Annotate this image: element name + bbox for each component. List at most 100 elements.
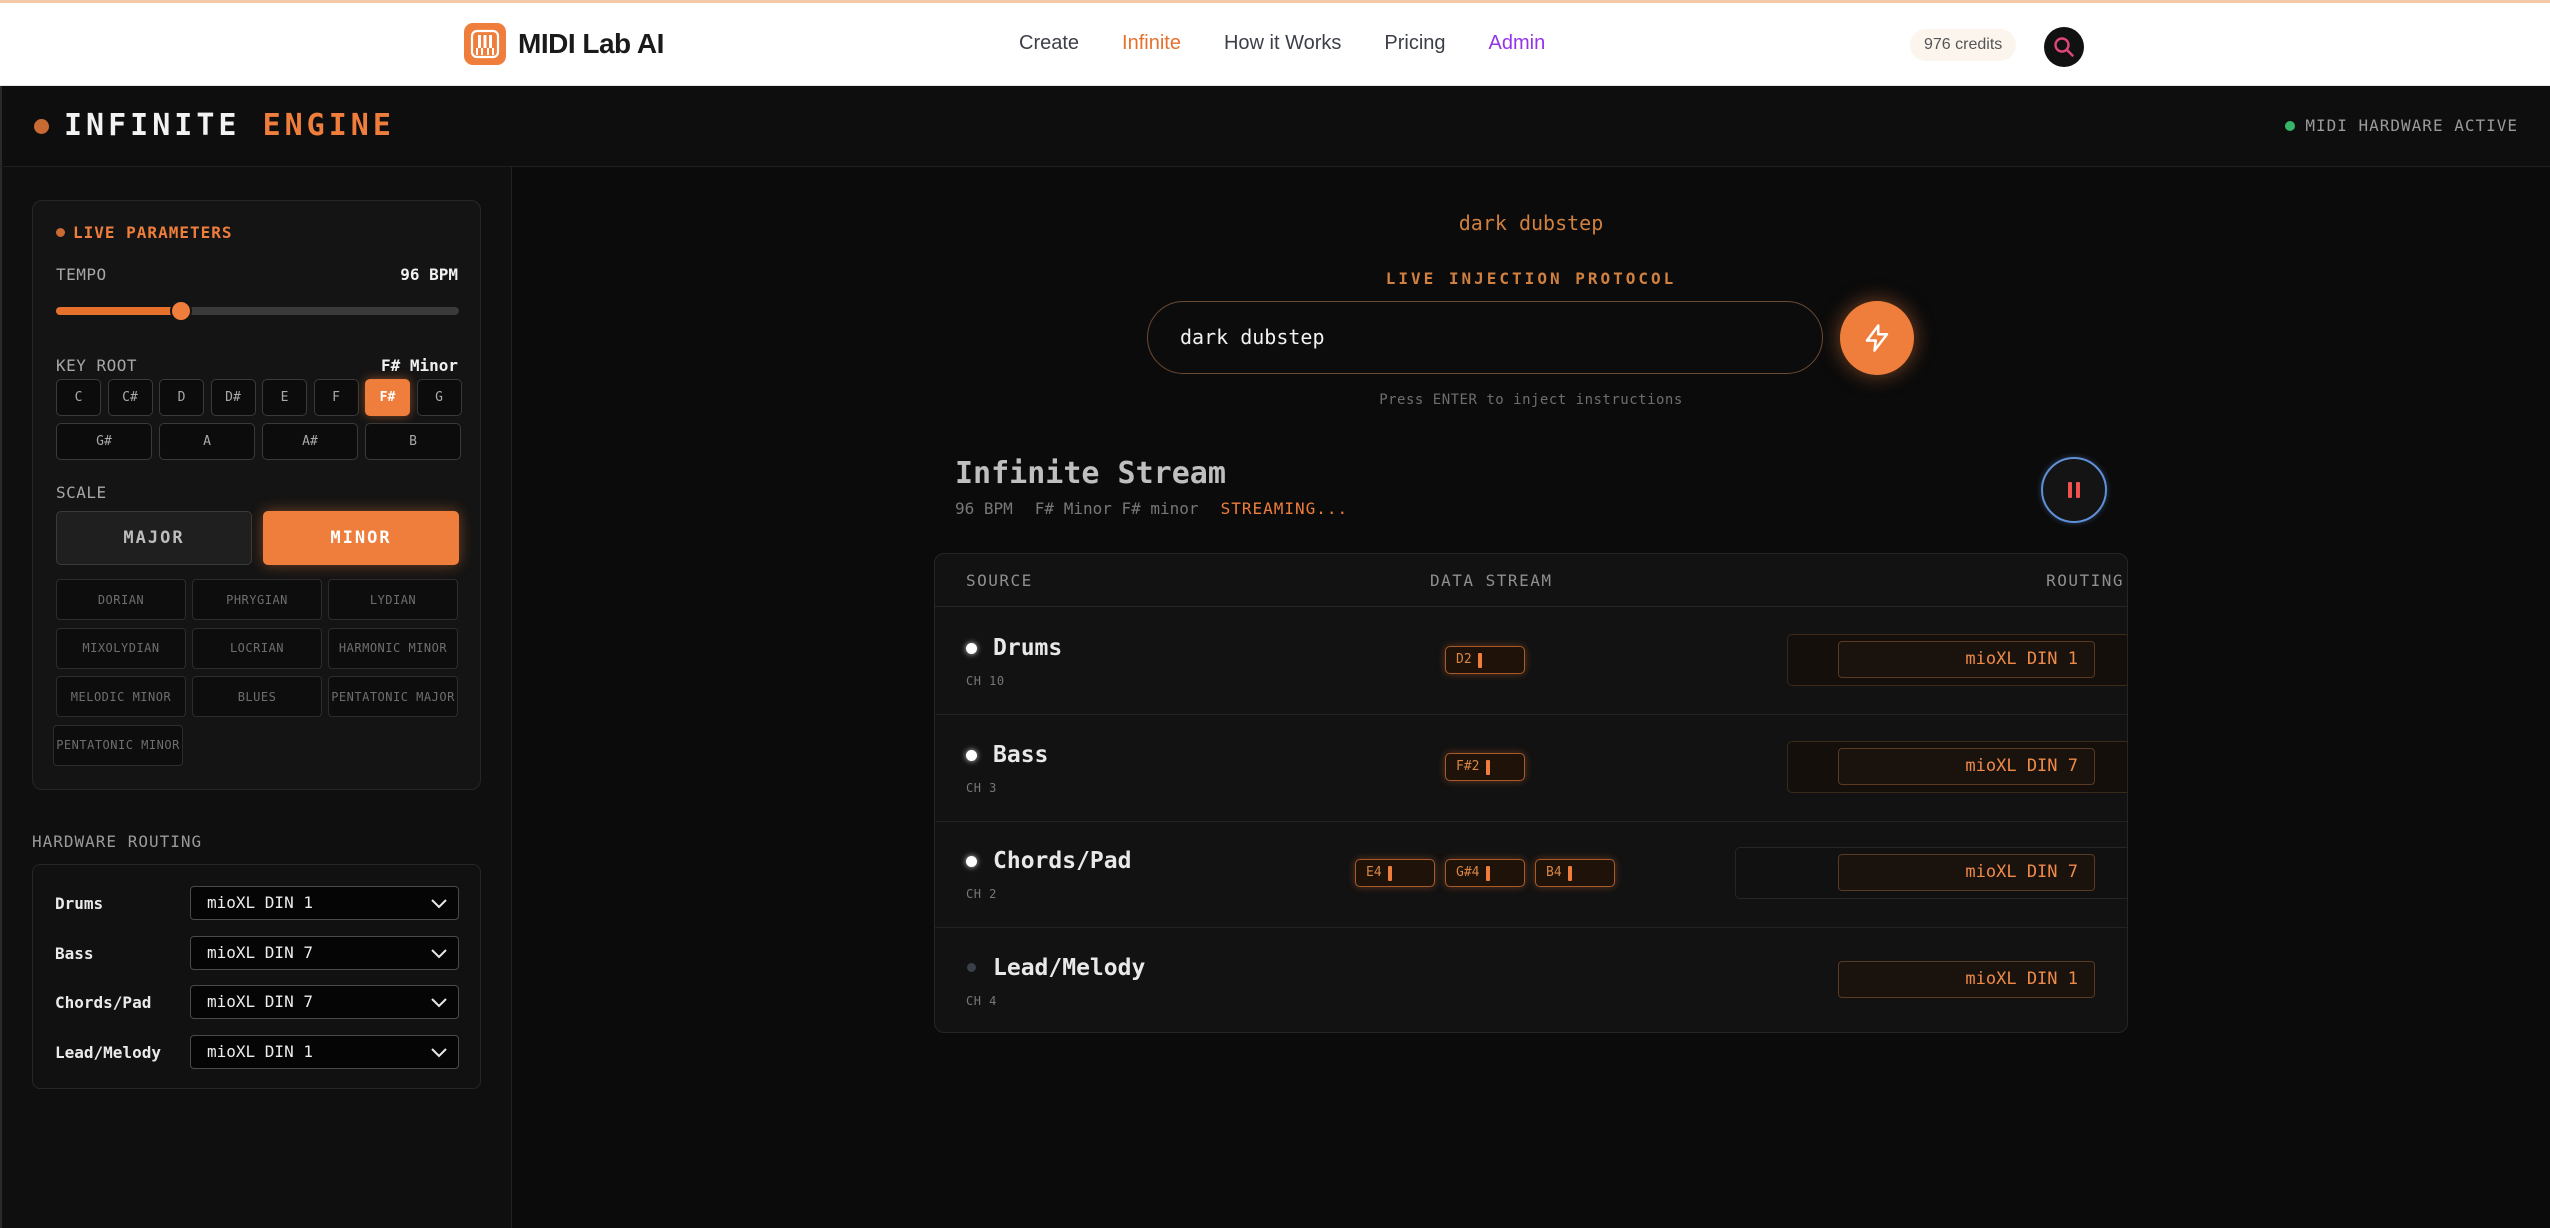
key-button[interactable]: D	[159, 379, 204, 416]
pause-button[interactable]	[2041, 457, 2107, 523]
note-label: D2	[1456, 652, 1472, 667]
routing-destination[interactable]: mioXL DIN 1	[1838, 641, 2095, 678]
routing-destination[interactable]: mioXL DIN 1	[1838, 960, 2095, 998]
tempo-label: TEMPO	[56, 265, 107, 284]
engine-title-accent: ENGINE	[262, 108, 395, 143]
injection-input[interactable]: dark dubstep	[1147, 301, 1823, 374]
routing-port-select[interactable]: mioXL DIN 1	[190, 886, 459, 920]
routing-port-value: mioXL DIN 1	[207, 893, 313, 912]
key-button[interactable]: C	[56, 379, 101, 416]
live-parameters-title: LIVE PARAMETERS	[73, 223, 233, 242]
routing-row: Chords/Pad mioXL DIN 7	[33, 985, 482, 1019]
scale-mode-button[interactable]: PENTATONIC MINOR	[53, 724, 183, 766]
key-root-label: KEY ROOT	[56, 356, 138, 375]
scale-mode-button[interactable]: HARMONIC MINOR	[328, 627, 458, 669]
stream-title: Infinite Stream	[955, 456, 1226, 491]
source-channel: CH 4	[966, 993, 997, 1008]
routing-source-name: Chords/Pad	[55, 993, 152, 1012]
nav-link-pricing[interactable]: Pricing	[1384, 32, 1445, 55]
note-chip: F#2	[1445, 752, 1525, 781]
routing-row: Bass mioXL DIN 7	[33, 935, 482, 970]
stream-status: STREAMING...	[1220, 499, 1349, 518]
nav-links: Create Infinite How it Works Pricing Adm…	[1019, 32, 1588, 55]
scale-mode-button[interactable]: PHRYGIAN	[192, 579, 322, 620]
routing-port-select[interactable]: mioXL DIN 1	[190, 1034, 459, 1069]
note-velocity-bar	[1568, 866, 1572, 881]
scale-mode-button[interactable]: PENTATONIC MAJOR	[328, 676, 458, 717]
routing-port-value: mioXL DIN 7	[207, 942, 313, 962]
tempo-slider-handle[interactable]	[169, 300, 192, 322]
note-chip: B4	[1535, 859, 1615, 887]
note-label: E4	[1366, 865, 1382, 880]
column-source: SOURCE	[966, 571, 1033, 590]
pause-icon-bar-left	[2068, 482, 2072, 498]
scale-mode-button[interactable]: LYDIAN	[328, 579, 458, 620]
scale-mode-button[interactable]: MELODIC MINOR	[56, 676, 186, 717]
inject-button[interactable]	[1840, 301, 1914, 375]
nav-link-infinite[interactable]: Infinite	[1122, 32, 1181, 55]
activity-led	[966, 749, 977, 761]
scale-mode-button[interactable]: DORIAN	[56, 579, 186, 620]
scale-mode-button[interactable]: MIXOLYDIAN	[56, 627, 186, 669]
routing-port-select[interactable]: mioXL DIN 7	[190, 935, 459, 970]
key-button[interactable]: A	[159, 423, 255, 460]
routing-port-value: mioXL DIN 1	[207, 1041, 313, 1061]
key-button[interactable]: G#	[56, 423, 152, 460]
scale-major-button[interactable]: MAJOR	[56, 511, 252, 565]
routing-row: Lead/Melody mioXL DIN 1	[33, 1034, 482, 1069]
routing-destination[interactable]: mioXL DIN 7	[1838, 747, 2095, 785]
key-button[interactable]: A#	[262, 423, 358, 460]
stream-row: Chords/Pad CH 2 E4 G#4 B4 mioXL DIN 7	[935, 821, 2127, 928]
sidebar: LIVE PARAMETERS TEMPO 96 BPM KEY ROOT F#…	[0, 167, 512, 1228]
lightning-icon	[1865, 324, 1889, 352]
engine-title: INFINITE ENGINE	[64, 108, 395, 143]
stream-row: Drums CH 10 D2 mioXL DIN 1	[935, 608, 2127, 715]
key-button[interactable]: B	[365, 423, 461, 460]
current-prompt: dark dubstep	[1458, 211, 1604, 235]
note-chip: G#4	[1445, 859, 1525, 887]
hardware-routing-panel: Drums mioXL DIN 1 Bass mioXL DIN 7 Chords/Pa…	[32, 864, 481, 1089]
hardware-routing-heading: HARDWARE ROUTING	[32, 832, 203, 851]
source-channel: CH 3	[966, 780, 997, 795]
brand[interactable]: MIDI Lab AI	[464, 23, 664, 65]
chevron-down-icon	[431, 948, 447, 958]
note-velocity-bar	[1478, 653, 1482, 668]
source-channel: CH 2	[966, 887, 997, 901]
search-icon	[2054, 37, 2074, 57]
tempo-slider[interactable]	[56, 300, 459, 322]
key-button[interactable]: G	[416, 379, 462, 416]
routing-source-name: Drums	[55, 894, 104, 913]
key-button[interactable]: D#	[210, 379, 256, 416]
chevron-down-icon	[431, 998, 447, 1008]
key-button[interactable]: C#	[107, 379, 153, 416]
activity-led	[966, 643, 977, 654]
scale-minor-button[interactable]: MINOR	[263, 511, 459, 565]
note-velocity-bar	[1486, 866, 1490, 881]
source-name: Lead/Melody	[993, 954, 1146, 981]
live-parameters-panel: LIVE PARAMETERS TEMPO 96 BPM KEY ROOT F#…	[32, 200, 481, 790]
key-button[interactable]: E	[262, 379, 307, 416]
key-button[interactable]: F	[313, 379, 359, 416]
stream-row: Lead/Melody CH 4 mioXL DIN 1	[935, 928, 2127, 1033]
engine-title-main: INFINITE	[64, 108, 241, 143]
stream-bpm: 96 BPM	[955, 499, 1013, 518]
nav-link-create[interactable]: Create	[1019, 32, 1079, 55]
live-parameters-heading: LIVE PARAMETERS	[56, 223, 233, 242]
brand-name: MIDI Lab AI	[518, 28, 664, 59]
nav-link-admin[interactable]: Admin	[1489, 32, 1546, 55]
stream-table: SOURCE DATA STREAM ROUTING Drums CH 10 D2 m…	[934, 553, 2128, 1033]
credits-badge: 976 credits	[1910, 29, 2017, 61]
search-button[interactable]	[2044, 27, 2084, 67]
scale-mode-button[interactable]: LOCRIAN	[192, 627, 322, 669]
routing-port-select[interactable]: mioXL DIN 7	[190, 985, 459, 1019]
key-button[interactable]: F#	[365, 379, 410, 416]
routing-destination[interactable]: mioXL DIN 7	[1838, 854, 2095, 891]
top-nav: MIDI Lab AI Create Infinite How it Works…	[0, 0, 2550, 86]
source-name: Chords/Pad	[993, 848, 1132, 874]
stream-table-header: SOURCE DATA STREAM ROUTING	[935, 554, 2127, 607]
column-data-stream: DATA STREAM	[1430, 571, 1553, 590]
nav-link-how-it-works[interactable]: How it Works	[1224, 32, 1341, 55]
note-label: B4	[1546, 865, 1562, 880]
activity-led	[967, 962, 976, 972]
scale-mode-button[interactable]: BLUES	[192, 676, 322, 717]
